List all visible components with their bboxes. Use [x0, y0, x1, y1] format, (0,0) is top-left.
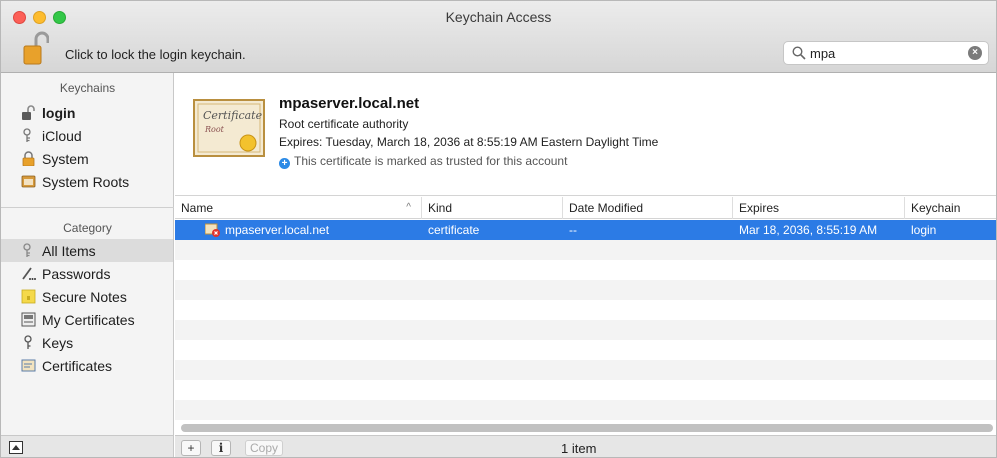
sidebar-item-label: All Items [42, 243, 96, 259]
locked-padlock-icon [22, 151, 35, 166]
sidebar-item-passwords[interactable]: Passwords [1, 262, 173, 285]
sidebar-divider [1, 207, 174, 208]
certificate-kind: Root certificate authority [279, 117, 409, 131]
trusted-plus-icon: + [279, 158, 290, 169]
sidebar: Keychains login iCloud System System Roo… [1, 73, 174, 435]
svg-text:Certificate: Certificate [203, 109, 263, 122]
copy-button[interactable]: Copy [245, 440, 283, 456]
column-header-name[interactable]: Name ^ [175, 197, 422, 219]
cell-name: mpaserver.local.net [225, 223, 330, 237]
window-title: Keychain Access [445, 9, 552, 25]
empty-row [175, 260, 996, 280]
category-heading: Category [63, 221, 112, 235]
sidebar-item-label: Secure Notes [42, 289, 127, 305]
untrusted-certificate-icon [205, 223, 220, 237]
system-roots-icon [21, 175, 36, 188]
secure-notes-icon [21, 289, 36, 304]
unlocked-padlock-icon[interactable] [23, 31, 49, 65]
sidebar-item-label: iCloud [42, 128, 82, 144]
add-item-button[interactable]: + [181, 440, 201, 456]
empty-row [175, 240, 996, 260]
column-header-keychain[interactable]: Keychain [905, 197, 996, 219]
search-icon [792, 46, 806, 60]
unlocked-padlock-icon [22, 105, 35, 120]
keychains-heading: Keychains [59, 81, 116, 95]
sidebar-item-my-certificates[interactable]: My Certificates [1, 308, 173, 331]
clear-search-icon[interactable]: × [968, 46, 982, 60]
sidebar-item-keys[interactable]: Keys [1, 331, 173, 354]
empty-row [175, 360, 996, 380]
svg-text:Root: Root [204, 125, 225, 134]
sidebar-footer [1, 435, 174, 457]
table-footer: + i Copy 1 item [175, 435, 996, 457]
empty-row [175, 340, 996, 360]
sidebar-item-system[interactable]: System [1, 147, 173, 170]
trust-status: + This certificate is marked as trusted f… [279, 154, 567, 169]
sort-ascending-icon: ^ [406, 202, 411, 213]
cell-date-modified: -- [569, 223, 577, 237]
column-header-date-modified[interactable]: Date Modified [563, 197, 733, 219]
sidebar-item-label: Keys [42, 335, 74, 351]
search-input[interactable] [810, 45, 960, 61]
sidebar-item-label: Passwords [42, 266, 111, 282]
certificate-icon: Certificate Root [193, 99, 265, 157]
empty-row [175, 320, 996, 340]
empty-row [175, 300, 996, 320]
key-icon [24, 335, 32, 349]
cell-keychain: login [911, 223, 937, 237]
certificate-expiry: Expires: Tuesday, March 18, 2036 at 8:55… [279, 135, 659, 149]
sidebar-item-login[interactable]: login [1, 101, 173, 124]
lock-keychain-label[interactable]: Click to lock the login keychain. [65, 47, 246, 62]
cell-kind: certificate [428, 223, 480, 237]
show-sidebar-toggle-icon[interactable] [9, 441, 23, 454]
certificates-icon [21, 359, 36, 372]
my-certificates-icon [21, 312, 36, 327]
passwords-icon [22, 267, 36, 280]
column-header-expires[interactable]: Expires [733, 197, 905, 219]
certificate-info-panel: Certificate Root mpaserver.local.net Roo… [175, 73, 996, 196]
sidebar-item-system-roots[interactable]: System Roots [1, 170, 173, 193]
sidebar-item-icloud[interactable]: iCloud [1, 124, 173, 147]
icloud-keychain-icon [23, 128, 31, 142]
sidebar-item-certificates[interactable]: Certificates [1, 354, 173, 377]
cell-expires: Mar 18, 2036, 8:55:19 AM [739, 223, 878, 237]
empty-row [175, 280, 996, 300]
sidebar-item-label: System [42, 151, 89, 167]
column-header-kind[interactable]: Kind [422, 197, 563, 219]
horizontal-scrollbar[interactable] [181, 424, 993, 432]
sidebar-item-label: My Certificates [42, 312, 135, 328]
table-row[interactable]: mpaserver.local.net certificate -- Mar 1… [175, 220, 996, 240]
empty-row [175, 400, 996, 420]
trust-status-text: This certificate is marked as trusted fo… [294, 154, 568, 168]
certificate-name: mpaserver.local.net [279, 95, 420, 112]
title-toolbar: Keychain Access Click to lock the login … [1, 1, 996, 73]
item-count-status: 1 item [561, 441, 597, 456]
table-header: Name ^ Kind Date Modified Expires Keychai… [175, 197, 996, 219]
sidebar-item-label: System Roots [42, 174, 130, 190]
search-field[interactable]: × [783, 41, 989, 65]
sidebar-item-label: Certificates [42, 358, 113, 374]
items-table: Name ^ Kind Date Modified Expires Keychai… [175, 197, 996, 424]
all-items-icon [23, 243, 31, 257]
sidebar-item-all-items[interactable]: All Items [1, 239, 173, 262]
keychain-window: Keychain Access Click to lock the login … [0, 0, 997, 458]
sidebar-item-secure-notes[interactable]: Secure Notes [1, 285, 173, 308]
empty-row [175, 380, 996, 400]
get-info-button[interactable]: i [211, 440, 231, 456]
sidebar-item-label: login [42, 105, 76, 121]
